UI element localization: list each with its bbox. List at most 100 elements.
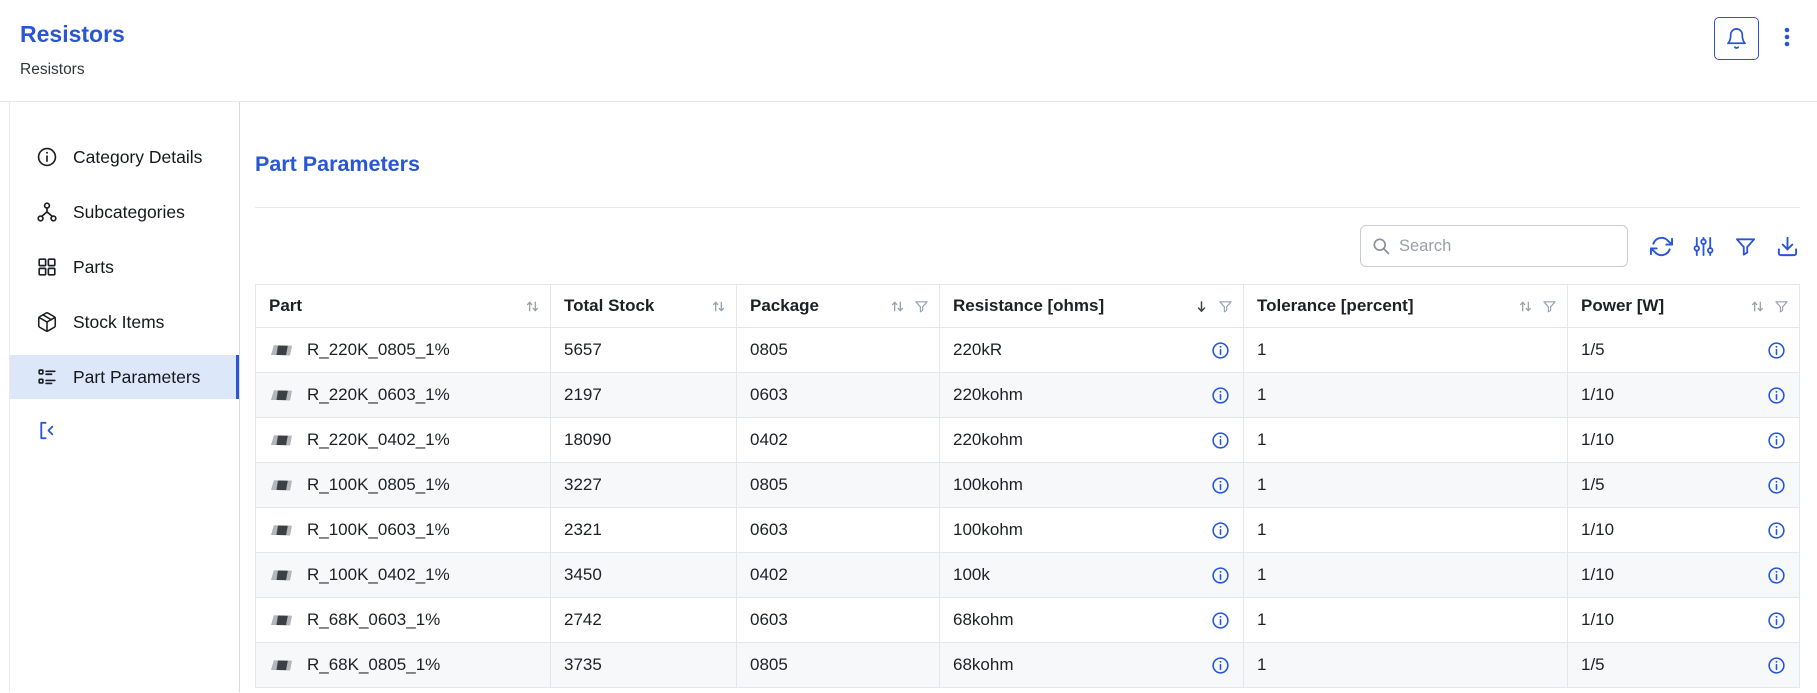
page-header: Resistors Resistors	[0, 0, 1817, 102]
breadcrumb[interactable]: Resistors	[20, 61, 85, 79]
resistor-thumbnail	[269, 568, 294, 583]
power-info-icon[interactable]	[1767, 476, 1786, 495]
refresh-button[interactable]	[1648, 233, 1674, 259]
power-value: 1/5	[1581, 475, 1605, 495]
resistance-info-icon[interactable]	[1211, 341, 1230, 360]
power-value: 1/10	[1581, 610, 1614, 630]
resistor-thumbnail	[269, 478, 294, 493]
page-title: Resistors	[0, 0, 1817, 48]
table-row[interactable]: R_220K_0805_1% 5657 0805 220kR	[256, 328, 1800, 373]
sidebar-item[interactable]: Parts	[10, 245, 239, 289]
part-name: R_220K_0603_1%	[307, 385, 450, 405]
power-value: 1/10	[1581, 565, 1614, 585]
power-info-icon[interactable]	[1767, 341, 1786, 360]
resistance-value: 220kohm	[953, 385, 1023, 405]
tolerance-cell: 1	[1244, 463, 1568, 508]
sort-icon[interactable]	[711, 299, 726, 314]
sort-icon[interactable]	[525, 299, 540, 314]
power-info-icon[interactable]	[1767, 566, 1786, 585]
tolerance-cell: 1	[1244, 373, 1568, 418]
kebab-menu-button[interactable]	[1773, 23, 1801, 54]
tolerance-cell: 1	[1244, 418, 1568, 463]
power-info-icon[interactable]	[1767, 521, 1786, 540]
table-row[interactable]: R_68K_0805_1% 3735 0805 68kohm	[256, 643, 1800, 688]
part-name: R_220K_0805_1%	[307, 340, 450, 360]
column-settings-button[interactable]	[1690, 233, 1716, 259]
column-header[interactable]: Total Stock	[551, 285, 737, 328]
table-row[interactable]: R_100K_0603_1% 2321 0603 100kohm	[256, 508, 1800, 553]
content-area: Category Details Subcategories	[9, 102, 1817, 692]
download-button[interactable]	[1774, 233, 1800, 259]
table-row[interactable]: R_100K_0805_1% 3227 0805 100kohm	[256, 463, 1800, 508]
resistor-thumbnail	[269, 343, 294, 358]
sidebar-item[interactable]: Subcategories	[10, 190, 239, 234]
total-stock-cell: 3227	[551, 463, 737, 508]
power-value: 1/5	[1581, 340, 1605, 360]
sort-icon[interactable]	[890, 299, 905, 314]
resistance-value: 68kohm	[953, 610, 1013, 630]
sort-icon[interactable]	[1750, 299, 1765, 314]
resistance-value: 100kohm	[953, 475, 1023, 495]
header-actions	[1714, 17, 1801, 60]
info-circle-icon	[36, 146, 58, 168]
total-stock-cell: 2321	[551, 508, 737, 553]
tolerance-cell: 1	[1244, 598, 1568, 643]
resistance-info-icon[interactable]	[1211, 656, 1230, 675]
table-row[interactable]: R_220K_0603_1% 2197 0603 220kohm	[256, 373, 1800, 418]
part-name: R_100K_0805_1%	[307, 475, 450, 495]
package-cell: 0603	[737, 508, 940, 553]
column-header[interactable]: Part	[256, 285, 551, 328]
table-row[interactable]: R_220K_0402_1% 18090 0402 220kohm	[256, 418, 1800, 463]
table-toolbar	[255, 225, 1800, 267]
column-header[interactable]: Tolerance [percent]	[1244, 285, 1568, 328]
collapse-sidebar-button[interactable]	[36, 419, 59, 445]
column-label: Resistance [ohms]	[953, 296, 1104, 316]
tolerance-cell: 1	[1244, 508, 1568, 553]
power-info-icon[interactable]	[1767, 431, 1786, 450]
column-header[interactable]: Resistance [ohms]	[940, 285, 1244, 328]
column-header[interactable]: Power [W]	[1568, 285, 1800, 328]
resistance-value: 100kohm	[953, 520, 1023, 540]
part-name: R_68K_0603_1%	[307, 610, 440, 630]
column-filter-icon[interactable]	[914, 299, 929, 314]
resistance-info-icon[interactable]	[1211, 566, 1230, 585]
column-header[interactable]: Package	[737, 285, 940, 328]
bell-icon	[1725, 27, 1748, 50]
resistor-thumbnail	[269, 613, 294, 628]
section-title: Part Parameters	[255, 152, 1800, 177]
power-info-icon[interactable]	[1767, 611, 1786, 630]
power-info-icon[interactable]	[1767, 386, 1786, 405]
collapse-sidebar-icon	[36, 419, 59, 442]
power-info-icon[interactable]	[1767, 656, 1786, 675]
resistance-info-icon[interactable]	[1211, 476, 1230, 495]
filter-button[interactable]	[1732, 233, 1758, 259]
sort-icon[interactable]	[1518, 299, 1533, 314]
divider	[255, 207, 1800, 208]
resistance-info-icon[interactable]	[1211, 431, 1230, 450]
hierarchy-icon	[36, 201, 58, 223]
search-box	[1360, 225, 1628, 267]
filter-icon	[1734, 235, 1757, 258]
package-cell: 0603	[737, 373, 940, 418]
sidebar-item[interactable]: Stock Items	[10, 300, 239, 344]
column-filter-icon[interactable]	[1774, 299, 1789, 314]
resistance-info-icon[interactable]	[1211, 521, 1230, 540]
notifications-button[interactable]	[1714, 17, 1759, 60]
sidebar-item[interactable]: Part Parameters	[10, 355, 239, 399]
sidebar-item[interactable]: Category Details	[10, 135, 239, 179]
resistance-value: 68kohm	[953, 655, 1013, 675]
search-input[interactable]	[1360, 225, 1628, 267]
column-filter-icon[interactable]	[1542, 299, 1557, 314]
total-stock-cell: 2742	[551, 598, 737, 643]
sliders-icon	[1692, 235, 1715, 258]
table-row[interactable]: R_100K_0402_1% 3450 0402 100k	[256, 553, 1800, 598]
part-name: R_100K_0603_1%	[307, 520, 450, 540]
resistance-info-icon[interactable]	[1211, 386, 1230, 405]
package-cell: 0402	[737, 553, 940, 598]
resistance-info-icon[interactable]	[1211, 611, 1230, 630]
table-row[interactable]: R_68K_0603_1% 2742 0603 68kohm	[256, 598, 1800, 643]
column-label: Tolerance [percent]	[1257, 296, 1414, 316]
column-filter-icon[interactable]	[1218, 299, 1233, 314]
sort-descending-icon[interactable]	[1194, 299, 1209, 314]
sidebar-item-label: Stock Items	[73, 312, 164, 333]
